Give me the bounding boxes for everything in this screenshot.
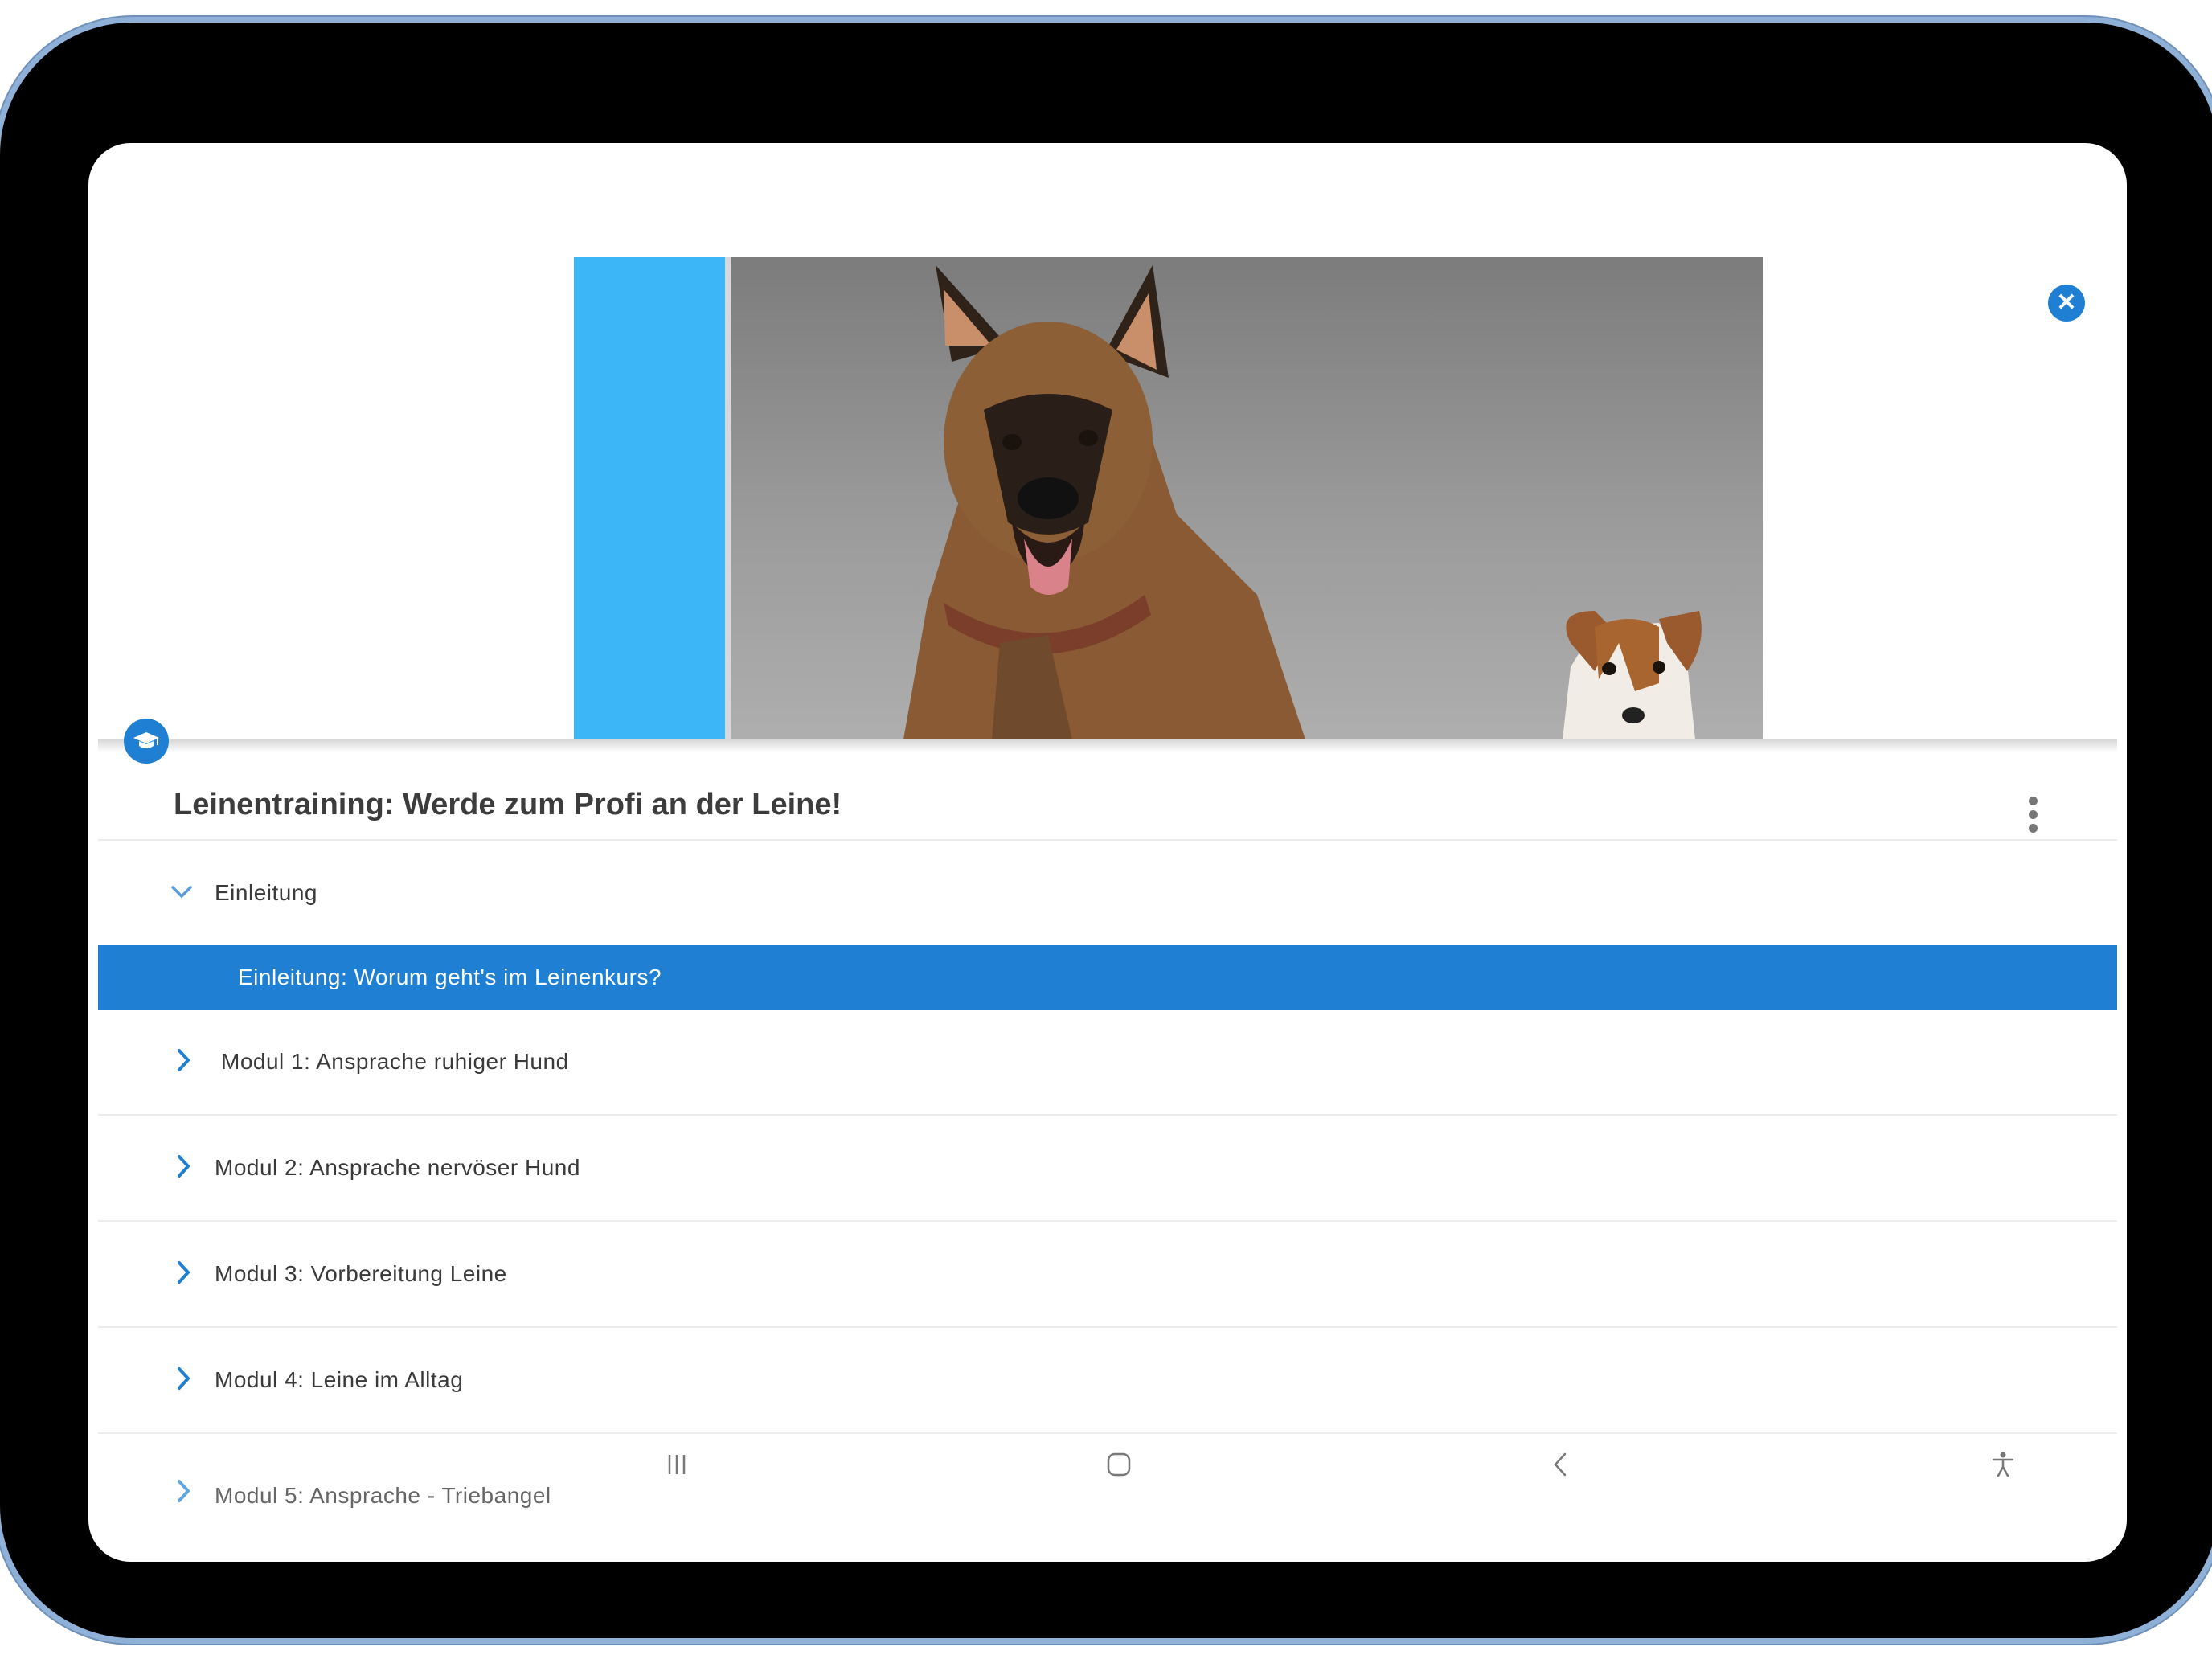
hero-blue-panel bbox=[574, 257, 727, 739]
chevron-right-icon bbox=[178, 1049, 190, 1071]
chevron-down-icon bbox=[171, 886, 192, 899]
lesson-label: Einleitung: Worum geht's im Leinenkurs? bbox=[238, 965, 662, 989]
section-label: Modul 4: Leine im Alltag bbox=[215, 1367, 464, 1392]
hero-shadow bbox=[98, 739, 2117, 752]
device-power-button bbox=[304, 17, 395, 23]
jack-russell-image bbox=[1563, 611, 1702, 739]
section-label: Modul 1: Ansprache ruhiger Hund bbox=[221, 1049, 569, 1074]
section-module-2[interactable]: Modul 2: Ansprache nervöser Hund bbox=[98, 1116, 2117, 1220]
section-label: Modul 2: Ansprache nervöser Hund bbox=[215, 1155, 580, 1180]
lesson-introduction-active[interactable]: Einleitung: Worum geht's im Leinenkurs? bbox=[98, 945, 2117, 1010]
section-label: Einleitung bbox=[215, 880, 317, 905]
chevron-right-icon bbox=[178, 1367, 190, 1390]
section-module-3[interactable]: Modul 3: Vorbereitung Leine bbox=[98, 1222, 2117, 1326]
back-icon[interactable] bbox=[1535, 1439, 1587, 1490]
course-outline: Einleitung Einleitung: Worum geht's im L… bbox=[98, 839, 2117, 1522]
more-vertical-icon[interactable] bbox=[2027, 797, 2038, 835]
course-hero-image bbox=[574, 257, 1763, 739]
chevron-right-icon bbox=[178, 1155, 190, 1178]
german-shepherd-image bbox=[903, 265, 1305, 739]
device-volume-button bbox=[193, 17, 286, 23]
course-title: Leinentraining: Werde zum Profi an der L… bbox=[174, 788, 842, 821]
section-label: Modul 3: Vorbereitung Leine bbox=[215, 1261, 507, 1286]
system-navigation-bar bbox=[88, 1439, 2127, 1490]
accessibility-icon[interactable] bbox=[1977, 1439, 2029, 1490]
section-module-1[interactable]: Modul 1: Ansprache ruhiger Hund bbox=[98, 1010, 2117, 1114]
section-module-4[interactable]: Modul 4: Leine im Alltag bbox=[98, 1328, 2117, 1432]
app-screen: ✕ Leinentraining: Werde zum Profi an der… bbox=[88, 143, 2127, 1562]
chevron-right-icon bbox=[178, 1261, 190, 1284]
home-icon[interactable] bbox=[1093, 1439, 1145, 1490]
recents-icon[interactable] bbox=[651, 1439, 703, 1490]
graduation-cap-icon bbox=[124, 719, 169, 764]
tablet-frame: ✕ Leinentraining: Werde zum Profi an der… bbox=[0, 23, 2212, 1638]
close-icon[interactable]: ✕ bbox=[2048, 285, 2085, 322]
section-introduction[interactable]: Einleitung bbox=[98, 841, 2117, 945]
hero-panel-edge bbox=[725, 257, 731, 739]
